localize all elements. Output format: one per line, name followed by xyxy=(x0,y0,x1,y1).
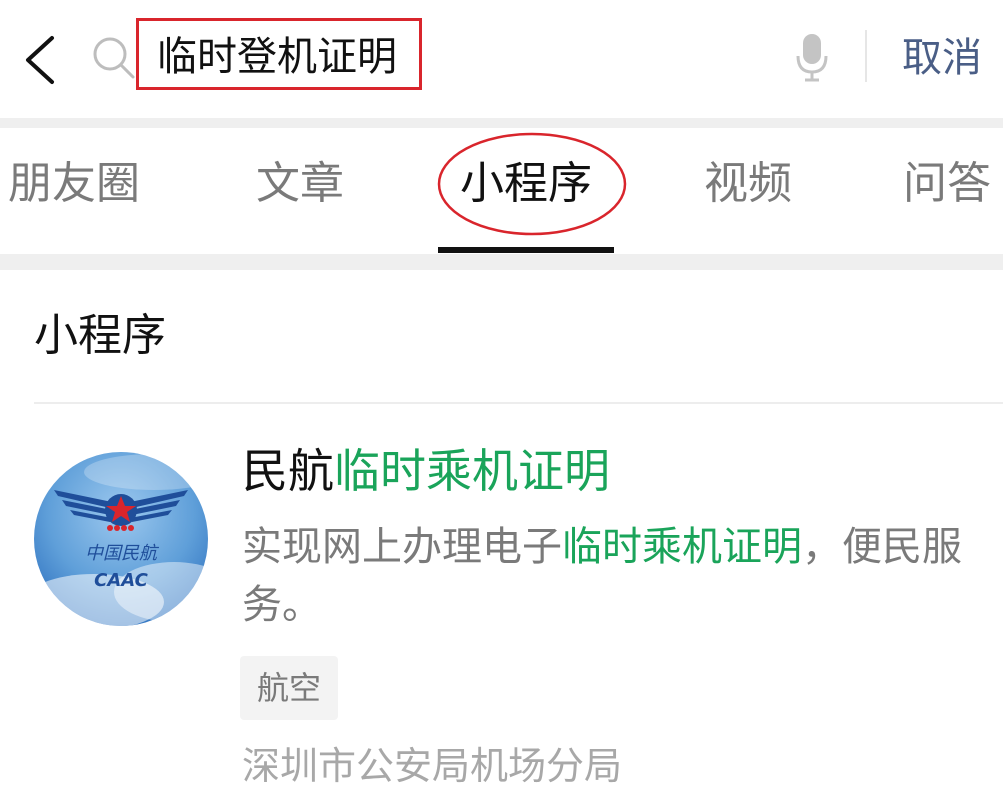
separator xyxy=(0,254,1003,270)
search-query-text: 临时登机证明 xyxy=(157,34,397,80)
logo-text-cn: 中国民航 xyxy=(85,543,160,564)
caac-logo: 中国民航 CAAC xyxy=(34,452,208,626)
divider xyxy=(865,30,867,82)
result-title-prefix: 民航 xyxy=(242,444,334,498)
divider xyxy=(34,402,1003,404)
back-chevron-icon[interactable] xyxy=(18,30,68,90)
result-desc-part1: 实现网上办理电子 xyxy=(242,524,562,570)
result-title-highlight: 临时乘机证明 xyxy=(334,444,610,498)
result-title[interactable]: 民航临时乘机证明 xyxy=(242,438,610,504)
search-bar: 临时登机证明 取消 xyxy=(0,0,1003,118)
microphone-icon[interactable] xyxy=(795,32,829,82)
logo-text-en: CAAC xyxy=(94,570,149,591)
tab-videos[interactable]: 视频 xyxy=(704,156,792,212)
search-input[interactable]: 临时登机证明 xyxy=(136,18,422,90)
category-tabs: 朋友圈 文章 小程序 视频 问答 xyxy=(0,128,1003,254)
tab-articles[interactable]: 文章 xyxy=(256,156,344,212)
tab-moments[interactable]: 朋友圈 xyxy=(8,156,140,212)
tab-qa[interactable]: 问答 xyxy=(903,156,991,212)
cancel-button[interactable]: 取消 xyxy=(902,30,982,86)
separator xyxy=(0,118,1003,128)
section-title: 小程序 xyxy=(34,310,166,361)
active-tab-indicator xyxy=(438,247,614,253)
result-description: 实现网上办理电子临时乘机证明，便民服务。 xyxy=(242,518,982,634)
result-source: 深圳市公安局机场分局 xyxy=(242,744,623,788)
category-tag: 航空 xyxy=(240,656,338,720)
result-desc-highlight: 临时乘机证明 xyxy=(562,524,802,570)
tab-mini-programs[interactable]: 小程序 xyxy=(460,156,592,212)
search-icon xyxy=(90,34,136,80)
